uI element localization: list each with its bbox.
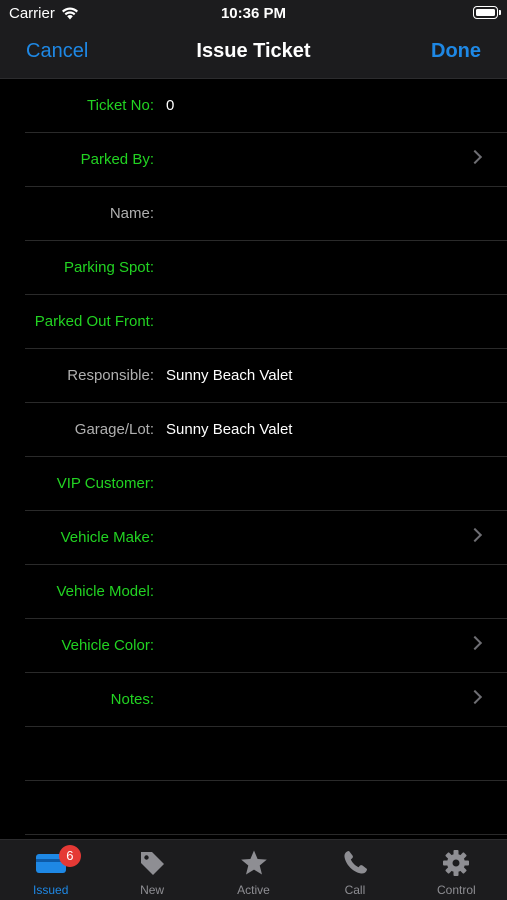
battery-icon (473, 6, 501, 19)
tab-new-label: New (140, 883, 165, 897)
chevron-right-icon (467, 689, 483, 705)
tab-call[interactable]: Call (304, 840, 405, 900)
tab-control[interactable]: Control (406, 840, 507, 900)
tab-call-label: Call (344, 883, 366, 897)
tab-active-label: Active (237, 883, 270, 897)
responsible-value[interactable]: Sunny Beach Valet (166, 349, 292, 402)
chevron-right-icon (467, 149, 483, 165)
tab-issued[interactable]: 6 Issued (0, 840, 101, 900)
navigation-bar: Cancel Issue Ticket Done (0, 28, 507, 79)
parking-spot-label: Parking Spot: (63, 259, 154, 276)
form-row-parking-spot[interactable]: Parking Spot: (25, 241, 507, 295)
chevron-right-icon (467, 635, 483, 651)
phone-icon (340, 848, 370, 878)
notes-label: Notes: (110, 691, 154, 708)
tab-active[interactable]: Active (203, 840, 304, 900)
form-row-garage-lot[interactable]: Garage/Lot: Sunny Beach Valet (25, 403, 507, 457)
ticket-form: Ticket No: 0 Parked By: Name: Parking Sp… (0, 79, 507, 835)
form-row-vehicle-make[interactable]: Vehicle Make: (25, 511, 507, 565)
vehicle-make-label: Vehicle Make: (60, 529, 154, 546)
tab-issued-label: Issued (33, 883, 69, 897)
empty-row (25, 727, 507, 781)
empty-row (25, 781, 507, 835)
garage-lot-label: Garage/Lot: (74, 421, 154, 438)
garage-lot-value[interactable]: Sunny Beach Valet (166, 403, 292, 456)
form-row-responsible[interactable]: Responsible: Sunny Beach Valet (25, 349, 507, 403)
tag-icon (137, 848, 167, 878)
tab-control-label: Control (436, 883, 476, 897)
clock-time: 10:36 PM (220, 5, 287, 22)
tab-new[interactable]: New (101, 840, 202, 900)
parked-by-label: Parked By: (80, 151, 154, 168)
responsible-label: Responsible: (67, 367, 154, 384)
form-row-vehicle-model[interactable]: Vehicle Model: (25, 565, 507, 619)
ticket-no-value[interactable]: 0 (166, 79, 174, 132)
form-row-vehicle-color[interactable]: Vehicle Color: (25, 619, 507, 673)
form-row-vip-customer[interactable]: VIP Customer: (25, 457, 507, 511)
form-row-parked-out-front[interactable]: Parked Out Front: (25, 295, 507, 349)
vip-customer-label: VIP Customer: (56, 475, 154, 492)
gear-icon (441, 848, 471, 878)
name-label: Name: (109, 205, 154, 222)
vehicle-model-label: Vehicle Model: (56, 583, 154, 600)
form-row-name[interactable]: Name: (25, 187, 507, 241)
vehicle-color-label: Vehicle Color: (61, 637, 154, 654)
form-row-parked-by[interactable]: Parked By: (25, 133, 507, 187)
tab-bar: 6 Issued New Active Call Control (0, 839, 507, 900)
form-row-notes[interactable]: Notes: (25, 673, 507, 727)
star-icon (239, 848, 269, 878)
done-button[interactable]: Done (431, 40, 481, 63)
form-row-ticket-no[interactable]: Ticket No: 0 (25, 79, 507, 133)
status-bar: Carrier 10:36 PM (0, 0, 507, 28)
chevron-right-icon (467, 527, 483, 543)
issued-count-badge: 6 (58, 845, 81, 867)
ticket-no-label: Ticket No: (87, 97, 154, 114)
parked-out-front-label: Parked Out Front: (34, 313, 154, 330)
